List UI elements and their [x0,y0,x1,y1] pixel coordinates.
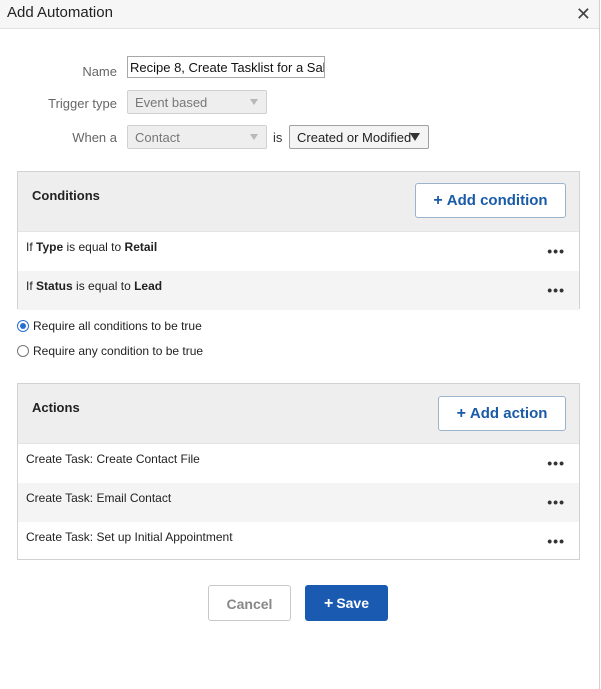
action-text: Create Task: Email Contact [26,491,172,505]
close-icon[interactable]: ✕ [576,3,591,25]
object-select: Contact [127,125,267,149]
action-row: Create Task: Email Contact ••• [18,483,579,522]
conditions-header: Conditions + Add condition [18,172,579,232]
action-row: Create Task: Set up Initial Appointment … [18,522,579,561]
when-label: When a [72,130,117,145]
dialog-title: Add Automation [7,4,113,21]
condition-text: If Type is equal to Retail [26,240,158,254]
require-any-label: Require any condition to be true [33,344,204,358]
name-label: Name [82,64,117,79]
require-any-radio[interactable] [17,345,29,357]
condition-text: If Status is equal to Lead [26,279,163,293]
dropdown-arrow-icon [250,99,258,105]
require-all-label: Require all conditions to be true [33,319,202,333]
more-options-icon[interactable]: ••• [547,243,565,259]
chevron-down-icon [410,133,420,141]
action-text: Create Task: Set up Initial Appointment [26,530,233,544]
add-action-label: Add action [469,405,548,422]
add-condition-button[interactable]: + Add condition [415,183,566,218]
more-options-icon[interactable]: ••• [547,533,565,549]
more-options-icon[interactable]: ••• [547,282,565,298]
conditions-title: Conditions [32,188,100,203]
trigger-type-label: Trigger type [48,96,117,111]
condition-row: If Status is equal to Lead ••• [18,271,579,310]
require-all-radio[interactable] [17,320,29,332]
more-options-icon[interactable]: ••• [547,494,565,510]
trigger-type-select: Event based [127,90,267,114]
event-select[interactable]: Created or Modified [289,125,429,149]
event-value: Created or Modified [297,130,412,145]
plus-icon: + [433,192,443,209]
add-action-button[interactable]: + Add action [438,396,566,431]
action-text: Create Task: Create Contact File [26,452,200,466]
dialog-titlebar: Add Automation ✕ [0,0,599,29]
save-button[interactable]: + Save [305,585,388,621]
save-label: Save [336,595,370,611]
object-value: Contact [135,130,180,145]
name-input[interactable] [127,56,325,78]
plus-icon: + [456,405,466,422]
actions-header: Actions + Add action [18,384,579,444]
actions-title: Actions [32,400,80,415]
actions-panel: Actions + Add action Create Task: Create … [17,383,580,560]
add-automation-dialog: Add Automation ✕ Name Trigger type Event… [0,0,600,689]
condition-row: If Type is equal to Retail ••• [18,232,579,271]
conditions-panel: Conditions + Add condition If Type is equ… [17,171,580,310]
add-condition-label: Add condition [446,192,548,209]
cancel-button[interactable]: Cancel [208,585,291,621]
dropdown-arrow-icon [250,134,258,140]
plus-icon: + [323,595,334,612]
trigger-type-value: Event based [135,95,208,110]
action-row: Create Task: Create Contact File ••• [18,444,579,483]
more-options-icon[interactable]: ••• [547,455,565,471]
is-label: is [273,130,283,145]
